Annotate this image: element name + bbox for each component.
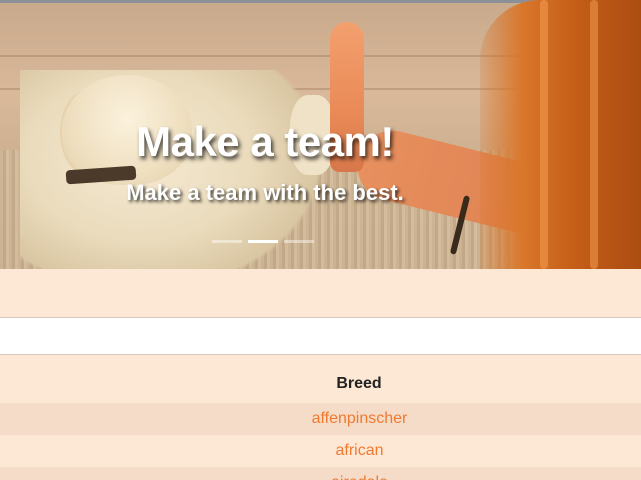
hero-carousel: Make a team! Make a team with the best. bbox=[0, 0, 641, 269]
blank-bar bbox=[0, 318, 641, 355]
breed-link[interactable]: african bbox=[335, 442, 383, 459]
breed-link[interactable]: affenpinscher bbox=[312, 410, 408, 427]
carousel-indicator-3[interactable] bbox=[284, 240, 314, 243]
table-row: african bbox=[0, 435, 641, 467]
carousel-indicator-2[interactable] bbox=[248, 240, 278, 243]
hero-photo-hair-streak bbox=[590, 0, 598, 269]
table-cell: african bbox=[0, 435, 641, 467]
carousel-indicator-1[interactable] bbox=[212, 240, 242, 243]
table-row: airedale bbox=[0, 467, 641, 480]
table-header-row: Breed bbox=[0, 355, 641, 403]
carousel-indicators bbox=[212, 240, 314, 243]
hero-subtitle: Make a team with the best. bbox=[126, 180, 404, 205]
breed-column-header: Breed bbox=[0, 355, 641, 403]
breed-table: Breed affenpinscher african airedale bbox=[0, 355, 641, 480]
breed-link[interactable]: airedale bbox=[331, 474, 388, 480]
table-cell: airedale bbox=[0, 467, 641, 480]
page: Make a team! Make a team with the best. … bbox=[0, 0, 641, 480]
table-row: affenpinscher bbox=[0, 403, 641, 435]
content-band bbox=[0, 269, 641, 318]
hero-photo-hair-streak bbox=[540, 0, 548, 269]
table-cell: affenpinscher bbox=[0, 403, 641, 435]
hero-title: Make a team! bbox=[136, 118, 394, 165]
